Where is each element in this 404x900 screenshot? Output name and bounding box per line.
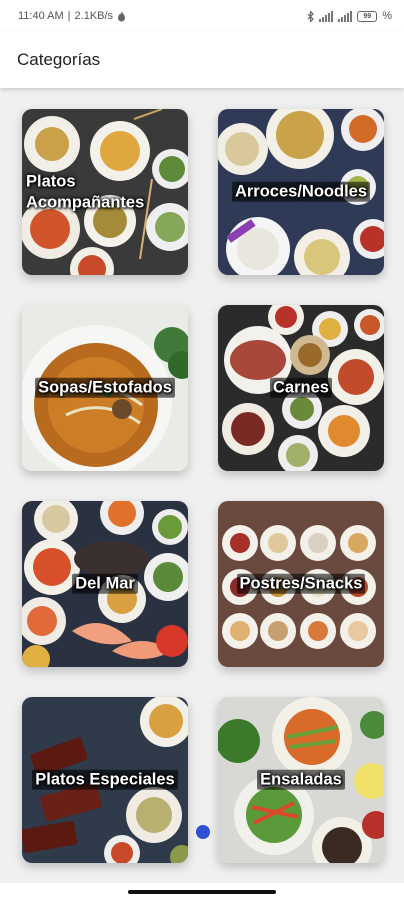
bluetooth-icon — [307, 10, 315, 22]
category-card-del-mar[interactable]: Del Mar — [22, 501, 188, 667]
category-card-sopas-estofados[interactable]: Sopas/Estofados — [22, 305, 188, 471]
category-label-line2: Acompañantes — [26, 193, 145, 211]
category-label-text: Del Mar — [72, 573, 138, 594]
status-separator: | — [67, 10, 71, 22]
page-title: Categorías — [17, 50, 101, 69]
category-label: Ensaladas — [218, 769, 384, 791]
category-label-text: Postres/Snacks — [236, 573, 366, 594]
category-grid: Platos Acompañantes Arroces/Noodles Sopa… — [0, 88, 404, 883]
signal-icon-2 — [338, 10, 353, 22]
category-label: Sopas/Estofados — [22, 377, 188, 399]
signal-icon — [319, 10, 334, 22]
category-label-text: Ensaladas — [257, 769, 345, 790]
navigation-bar — [0, 883, 404, 900]
home-gesture-handle[interactable] — [128, 890, 276, 894]
category-label: Platos Especiales — [22, 769, 188, 791]
category-label: Del Mar — [22, 573, 188, 595]
battery-percent-label: % — [382, 10, 392, 22]
category-label: Carnes — [218, 377, 384, 399]
category-card-platos-acompanantes[interactable]: Platos Acompañantes — [22, 109, 188, 275]
status-bar: 11:40 AM | 2.1KB/s 99 % — [0, 0, 404, 32]
category-card-platos-especiales[interactable]: Platos Especiales — [22, 697, 188, 863]
category-label: Platos Acompañantes — [22, 171, 188, 212]
category-card-arroces-noodles[interactable]: Arroces/Noodles — [218, 109, 384, 275]
category-card-ensaladas[interactable]: Ensaladas — [218, 697, 384, 863]
category-card-postres-snacks[interactable]: Postres/Snacks — [218, 501, 384, 667]
category-label: Postres/Snacks — [218, 573, 384, 595]
app-bar: Categorías — [0, 32, 404, 88]
category-card-carnes[interactable]: Carnes — [218, 305, 384, 471]
category-label-text: Arroces/Noodles — [231, 181, 371, 202]
category-label: Arroces/Noodles — [218, 181, 384, 203]
status-network-speed: 2.1KB/s — [74, 10, 114, 22]
category-label-text: Carnes — [270, 377, 332, 398]
status-time: 11:40 AM — [18, 10, 64, 22]
category-label-text: Sopas/Estofados — [35, 377, 175, 398]
status-right: 99 % — [307, 10, 392, 22]
flame-icon — [118, 10, 126, 21]
scroll-indicator-dot — [196, 825, 210, 839]
battery-level: 99 — [363, 12, 372, 20]
battery-icon: 99 — [357, 10, 378, 22]
status-left: 11:40 AM | 2.1KB/s — [18, 10, 126, 22]
category-label-line1: Platos — [26, 172, 76, 191]
category-label-text: Platos Especiales — [32, 769, 178, 790]
